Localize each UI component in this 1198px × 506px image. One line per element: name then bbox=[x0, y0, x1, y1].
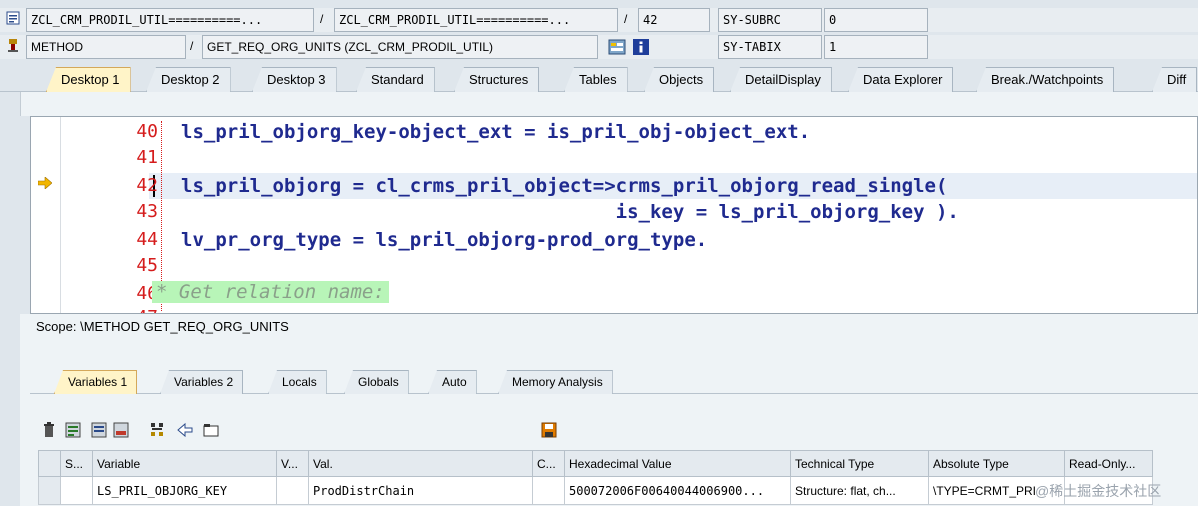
cell-value[interactable]: ProdDistrChain bbox=[308, 476, 533, 505]
event-name-field[interactable]: GET_REQ_ORG_UNITS (ZCL_CRM_PRODIL_UTIL) bbox=[202, 35, 598, 59]
move-icon[interactable] bbox=[176, 422, 194, 440]
cell-status[interactable] bbox=[60, 476, 93, 505]
watermark: @稀土掘金技术社区 bbox=[1035, 483, 1162, 499]
delete-icon[interactable] bbox=[40, 422, 58, 440]
info-icon[interactable] bbox=[632, 38, 650, 56]
breakpoint-arrow-icon bbox=[37, 176, 53, 193]
program-field[interactable]: ZCL_CRM_PRODIL_UTIL==========... bbox=[26, 8, 314, 32]
code-line-44[interactable]: lv_pr_org_type = ls_pril_objorg-prod_org… bbox=[181, 229, 707, 251]
column-header[interactable]: C... bbox=[532, 450, 565, 477]
split-icon[interactable] bbox=[112, 422, 130, 440]
tab-locals[interactable]: Locals bbox=[268, 370, 327, 394]
column-header[interactable]: Absolute Type bbox=[928, 450, 1065, 477]
cell-c[interactable] bbox=[532, 476, 565, 505]
line-number: 43 bbox=[136, 201, 158, 222]
breakpoint-gutter[interactable] bbox=[31, 117, 61, 313]
tab-variables-2[interactable]: Variables 2 bbox=[160, 370, 244, 394]
tab-break-watchpoints[interactable]: Break./Watchpoints bbox=[976, 67, 1115, 92]
tab-desktop-3[interactable]: Desktop 3 bbox=[252, 67, 337, 92]
tab-data-explorer[interactable]: Data Explorer bbox=[848, 67, 954, 92]
sysvar1-value[interactable]: 0 bbox=[824, 8, 928, 32]
save-icon[interactable] bbox=[540, 422, 558, 440]
code-line-42[interactable]: ls_pril_objorg = cl_crms_pril_object=>cr… bbox=[181, 175, 947, 197]
tree-icon[interactable] bbox=[64, 422, 82, 440]
tab-detail-display[interactable]: DetailDisplay bbox=[730, 67, 832, 92]
column-header[interactable]: V... bbox=[276, 450, 309, 477]
folder-icon[interactable] bbox=[202, 422, 220, 440]
table-header: S... Variable V... Val. C... Hexadecimal… bbox=[38, 450, 1153, 477]
tab-tables[interactable]: Tables bbox=[564, 67, 628, 92]
desktop-tabs: Desktop 1 Desktop 2 Desktop 3 Standard S… bbox=[0, 64, 1198, 92]
event-type-field[interactable]: METHOD bbox=[26, 35, 186, 59]
desktop-panel-strip bbox=[20, 92, 1198, 116]
cell-hex-value[interactable]: 500072006F00640044006900... bbox=[564, 476, 791, 505]
column-header[interactable]: Read-Only... bbox=[1064, 450, 1153, 477]
line-number: 42 bbox=[136, 175, 158, 196]
line-number: 44 bbox=[136, 229, 158, 250]
sysvar2-name[interactable]: SY-TABIX bbox=[718, 35, 822, 59]
tab-objects[interactable]: Objects bbox=[644, 67, 715, 92]
tab-memory-analysis[interactable]: Memory Analysis bbox=[498, 370, 613, 394]
include-field[interactable]: ZCL_CRM_PRODIL_UTIL==========... bbox=[334, 8, 618, 32]
separator: / bbox=[190, 39, 194, 53]
cell-variable[interactable]: LS_PRIL_OBJORG_KEY bbox=[92, 476, 277, 505]
column-header[interactable]: Hexadecimal Value bbox=[564, 450, 791, 477]
sysvar1-name[interactable]: SY-SUBRC bbox=[718, 8, 822, 32]
code-line-46-comment[interactable]: * Get relation name: bbox=[152, 281, 389, 303]
row-selector[interactable] bbox=[38, 476, 61, 505]
tab-desktop-1[interactable]: Desktop 1 bbox=[46, 67, 131, 92]
tab-globals[interactable]: Globals bbox=[344, 370, 409, 394]
debugger-header-row-1: ZCL_CRM_PRODIL_UTIL==========... / ZCL_C… bbox=[0, 8, 1198, 32]
scope-label: Scope: \METHOD GET_REQ_ORG_UNITS bbox=[20, 314, 1198, 342]
cell-technical-type[interactable]: Structure: flat, ch... bbox=[790, 476, 929, 505]
tab-structures[interactable]: Structures bbox=[454, 67, 540, 92]
tab-auto[interactable]: Auto bbox=[428, 370, 477, 394]
tree-icon-2[interactable] bbox=[90, 422, 108, 440]
line-number: 47 bbox=[118, 307, 158, 313]
cell-v[interactable] bbox=[276, 476, 309, 505]
separator: / bbox=[624, 12, 628, 26]
line-number: 40 bbox=[136, 121, 158, 142]
debugger-header-row-2: METHOD / GET_REQ_ORG_UNITS (ZCL_CRM_PROD… bbox=[0, 35, 1198, 59]
column-header[interactable]: Val. bbox=[308, 450, 533, 477]
program-icon bbox=[6, 11, 20, 25]
variable-tabs: Variables 1 Variables 2 Locals Globals A… bbox=[30, 368, 1198, 394]
display-object-icon[interactable] bbox=[608, 38, 626, 56]
line-field[interactable]: 42 bbox=[638, 8, 710, 32]
tab-diff[interactable]: Diff bbox=[1152, 67, 1198, 92]
tab-variables-1[interactable]: Variables 1 bbox=[54, 370, 138, 394]
hierarchy-icon[interactable] bbox=[148, 422, 166, 440]
column-header[interactable]: Technical Type bbox=[790, 450, 929, 477]
code-line-43[interactable]: is_key = ls_pril_objorg_key ). bbox=[181, 201, 959, 223]
code-line-40[interactable]: ls_pril_objorg_key-object_ext = is_pril_… bbox=[181, 121, 810, 143]
line-number: 41 bbox=[136, 147, 158, 168]
column-header[interactable]: Variable bbox=[92, 450, 277, 477]
line-number: 45 bbox=[136, 255, 158, 276]
separator: / bbox=[320, 12, 324, 26]
variables-table: S... Variable V... Val. C... Hexadecimal… bbox=[38, 450, 1153, 505]
column-selector[interactable] bbox=[38, 450, 61, 477]
tab-desktop-2[interactable]: Desktop 2 bbox=[146, 67, 231, 92]
method-icon bbox=[6, 38, 20, 52]
source-code-editor[interactable]: 40 41 42 43 44 45 46 47 ls_pril_objorg_k… bbox=[30, 116, 1198, 314]
tab-standard[interactable]: Standard bbox=[356, 67, 435, 92]
table-row[interactable]: LS_PRIL_OBJORG_KEY ProdDistrChain 500072… bbox=[38, 476, 1153, 505]
column-header[interactable]: S... bbox=[60, 450, 93, 477]
sysvar2-value[interactable]: 1 bbox=[824, 35, 928, 59]
